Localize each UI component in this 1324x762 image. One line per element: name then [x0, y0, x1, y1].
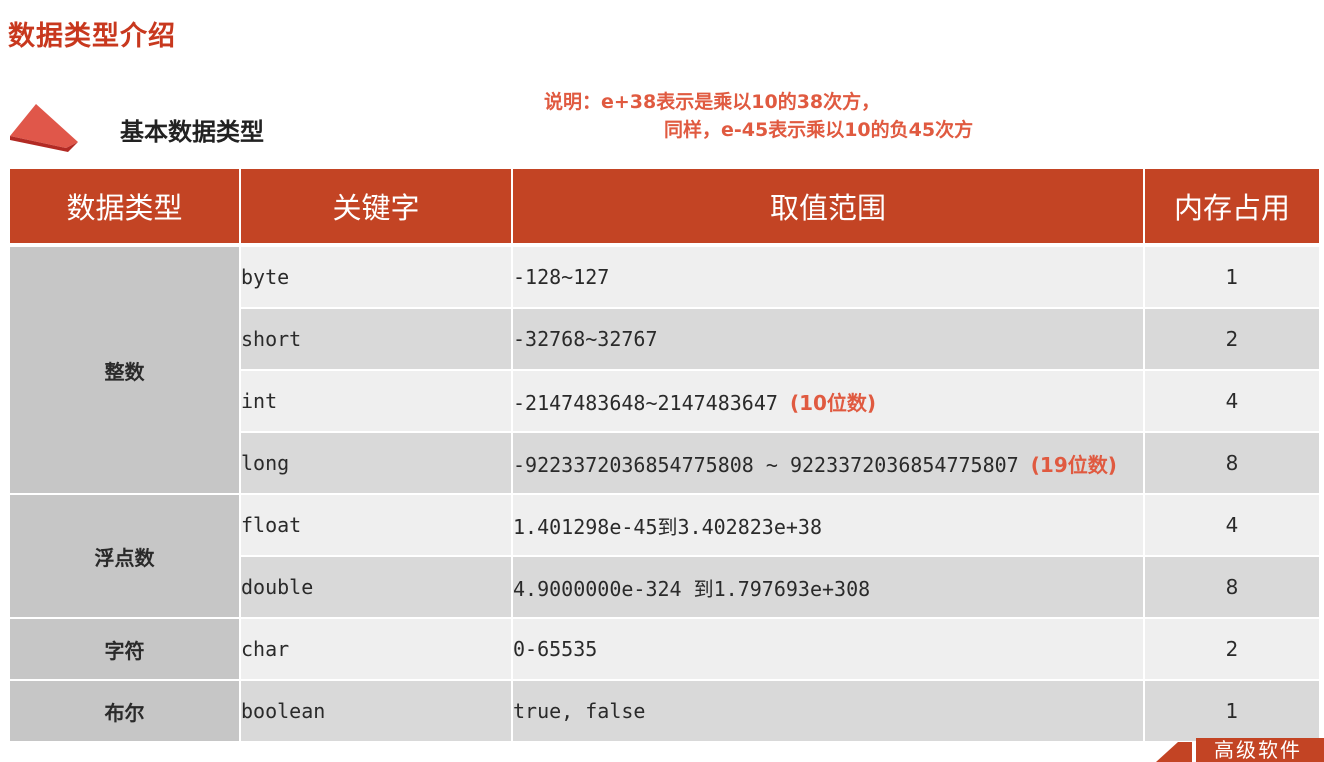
range-cell: 0-65535	[512, 618, 1145, 681]
table-row: 整数 byte -128~127 1	[10, 245, 1319, 495]
memory-cell: 1	[1144, 680, 1319, 743]
range-value: true, false	[513, 699, 646, 723]
range-cell: 4.9000000e-324 到1.797693e+308	[512, 556, 1145, 619]
note-line-2: 同样，e-45表示乘以10的负45次方	[664, 119, 974, 141]
footer-label: 高级软件	[1214, 738, 1302, 762]
keyword-cell: long	[240, 432, 513, 495]
keyword-cell: byte	[240, 245, 513, 309]
data-types-table: 数据类型 关键字 取值范围 内存占用 整数 byte -128~127 1 sh…	[10, 169, 1319, 743]
memory-cell: 2	[1144, 308, 1319, 371]
category-char: 字符	[10, 618, 241, 681]
footer-watermark: 高级软件	[1156, 738, 1324, 762]
memory-cell: 8	[1144, 432, 1319, 495]
memory-cell: 8	[1144, 556, 1319, 619]
range-cell: -32768~32767	[512, 308, 1145, 371]
category-bool: 布尔	[10, 680, 241, 743]
note-line-1: 说明：e+38表示是乘以10的38次方，	[544, 91, 881, 113]
range-value: -32768~32767	[513, 327, 658, 351]
range-digit-note: (10位数)	[789, 390, 877, 415]
range-value: -2147483648~2147483647	[513, 390, 790, 415]
header-data-type: 数据类型	[10, 169, 241, 247]
range-value: -128~127	[513, 265, 610, 289]
range-cell: true, false	[512, 680, 1145, 743]
range-value: 4.9000000e-324 到1.797693e+308	[513, 576, 871, 601]
memory-cell: 4	[1144, 370, 1319, 433]
keyword-cell: short	[240, 308, 513, 371]
range-value: 1.401298e-45到3.402823e+38	[513, 514, 822, 539]
header-range: 取值范围	[512, 169, 1145, 247]
range-cell: -2147483648~2147483647 (10位数)	[512, 370, 1145, 433]
header-keyword: 关键字	[240, 169, 513, 247]
range-cell: -9223372036854775808 ~ 92233720368547758…	[512, 432, 1145, 495]
range-digit-note: (19位数)	[1030, 452, 1117, 477]
section-title: 基本数据类型	[120, 118, 264, 146]
range-value: -9223372036854775808 ~ 92233720368547758…	[513, 452, 1031, 477]
page-title: 数据类型介绍	[8, 21, 176, 52]
table-row: 字符 char 0-65535 2	[10, 618, 1319, 681]
red-triangle-icon	[10, 104, 78, 152]
category-float: 浮点数	[10, 494, 241, 619]
table-header-row: 数据类型 关键字 取值范围 内存占用	[10, 169, 1319, 247]
memory-cell: 4	[1144, 494, 1319, 557]
range-cell: -128~127	[512, 245, 1145, 309]
keyword-cell: int	[240, 370, 513, 433]
table-row: 浮点数 float 1.401298e-45到3.402823e+38 4	[10, 494, 1319, 619]
memory-cell: 1	[1144, 245, 1319, 309]
keyword-cell: boolean	[240, 680, 513, 743]
range-value: 0-65535	[513, 637, 598, 661]
keyword-cell: double	[240, 556, 513, 619]
header-memory: 内存占用	[1144, 169, 1319, 247]
table-row: 布尔 boolean true, false 1	[10, 680, 1319, 743]
keyword-cell: char	[240, 618, 513, 681]
memory-cell: 2	[1144, 618, 1319, 681]
keyword-cell: float	[240, 494, 513, 557]
category-integer: 整数	[10, 245, 241, 495]
range-cell: 1.401298e-45到3.402823e+38	[512, 494, 1145, 557]
